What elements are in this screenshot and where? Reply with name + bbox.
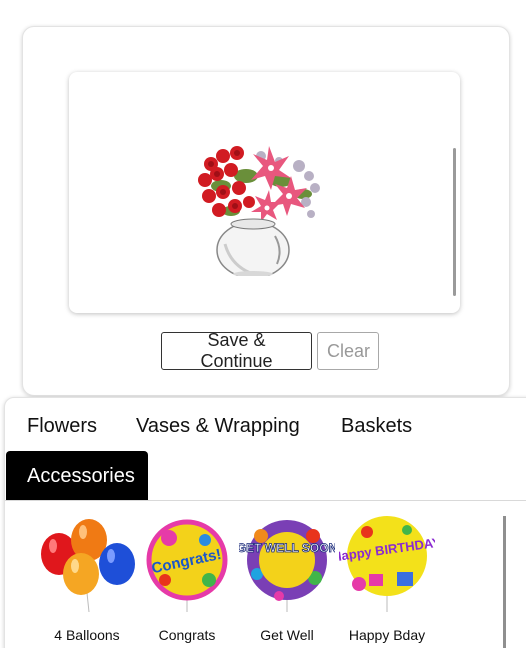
catalog-item-happy-bday[interactable]: Happy BIRTHDAY Happy Bday [339, 514, 435, 643]
arrangement-composer-card: Save & Continue Clear [22, 26, 510, 396]
catalog-scrollbar[interactable] [503, 516, 506, 648]
happy-birthday-balloon-icon: Happy BIRTHDAY [339, 516, 435, 612]
save-continue-button[interactable]: Save & Continue [161, 330, 312, 371]
catalog-item-get-well[interactable]: GET WELL SOON Get Well [239, 514, 335, 643]
preview-scrollbar[interactable] [453, 148, 456, 296]
catalog-item-4-balloons[interactable]: 4 Balloons [39, 514, 135, 643]
flower-arrangement-image [198, 146, 320, 276]
catalog-item-congrats[interactable]: Congrats! Congrats [139, 514, 235, 643]
tab-baskets[interactable]: Baskets [320, 401, 433, 451]
tab-accessories[interactable]: Accessories [6, 451, 148, 501]
composer-actions: Save & Continue Clear [161, 330, 379, 371]
get-well-balloon-icon: GET WELL SOON [239, 520, 335, 612]
tab-divider [5, 500, 526, 501]
congrats-balloon-icon: Congrats! [146, 519, 228, 612]
catalog-panel: Flowers Vases & Wrapping Baskets Accesso… [4, 397, 526, 648]
arrangement-preview [69, 72, 460, 313]
catalog-item-label: Happy Bday [348, 627, 426, 643]
tab-flowers[interactable]: Flowers [6, 401, 118, 451]
page: Save & Continue Clear Flowers Vases & Wr… [0, 0, 526, 648]
tab-vases-wrapping[interactable]: Vases & Wrapping [115, 401, 321, 451]
get-well-art-text: GET WELL SOON [239, 541, 335, 555]
catalog-item-label: 4 Balloons [54, 627, 120, 643]
catalog-item-label: Congrats [158, 627, 216, 643]
clear-button[interactable]: Clear [317, 332, 379, 370]
balloons-icon [41, 519, 135, 613]
catalog-item-label: Get Well [260, 627, 314, 643]
